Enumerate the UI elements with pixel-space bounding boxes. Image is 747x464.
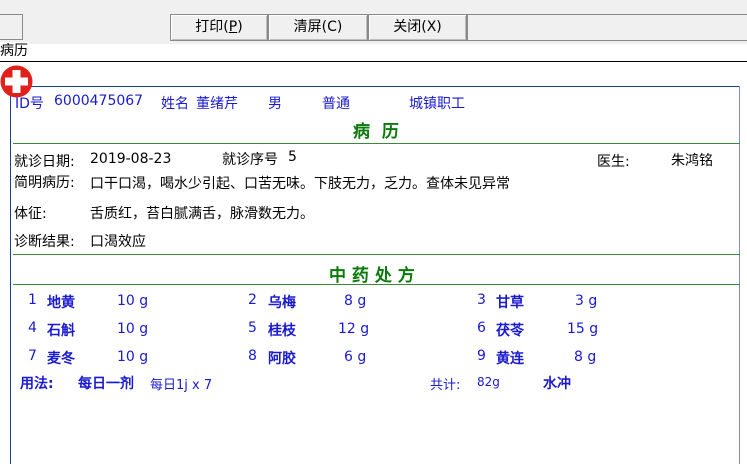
herb-dose: 10 g [117,321,149,337]
diagnosis-label: 诊断结果: [14,234,75,250]
herb-dose: 6 g [344,349,367,365]
herb-name: 麦冬 [47,351,75,367]
herb-name: 阿胶 [268,351,296,367]
history-text: 口干口渴，喝水少引起、口苦无味。下肢无力，乏力。查体未见异常 [90,176,510,192]
patient-type: 普通 [322,96,350,112]
print-button[interactable]: 打印(P) [170,14,268,41]
record-left-border [10,86,11,464]
herb-no: 6 [477,320,486,336]
usage-label: 用法: [20,376,54,392]
signs-label: 体征: [14,206,47,222]
record-title: 病 历 [353,122,399,142]
close-button[interactable]: 关闭(X) [368,14,467,41]
diagnosis-text: 口渴效应 [90,234,146,250]
prescription-top-divider [13,254,740,255]
total-label: 共计: [430,378,461,393]
herb-no: 9 [477,348,486,364]
print-button-key: P [228,19,238,35]
doctor-name: 朱鸿铭 [671,153,713,169]
doctor-label: 医生: [597,154,630,170]
usage-value: 每日一剂 [78,376,134,392]
herb-dose: 15 g [567,321,599,337]
toolbar: 打印(P) 清屏(C) 关闭(X) [0,0,747,44]
tab-divider [0,61,747,62]
patient-name-label: 姓名 [161,96,189,112]
herb-no: 7 [28,348,37,364]
total-value: 82g [477,375,500,389]
toolbar-left-panel [0,14,23,40]
visit-date-value: 2019-08-23 [90,151,172,167]
preparation-method: 水冲 [543,376,571,392]
herb-no: 3 [477,292,486,308]
herb-dose: 8 g [574,349,597,365]
herb-no: 8 [248,348,257,364]
herb-no: 1 [28,292,37,308]
toolbar-right-panel [467,14,747,41]
print-button-label: 打印( [195,19,229,35]
herb-dose: 12 g [338,321,370,337]
patient-id-value: 6000475067 [54,93,144,109]
record-title-divider [13,143,740,144]
signs-text: 舌质红，苔白腻满舌，脉滑数无力。 [90,206,314,222]
visit-no-value: 5 [288,149,297,165]
history-label: 简明病历: [14,175,75,191]
usage-detail: 每日1j x 7 [150,378,213,393]
patient-name-value: 董绪芹 [196,96,238,112]
prescription-title-divider [13,284,740,285]
herb-dose: 3 g [575,293,598,309]
visit-no-label: 就诊序号 [222,152,278,168]
patient-insurance: 城镇职工 [409,96,465,112]
herb-name: 茯苓 [496,323,524,339]
herb-dose: 8 g [344,293,367,309]
tab-medical-record[interactable]: 病历 [0,42,29,60]
herb-no: 4 [28,320,37,336]
herb-no: 5 [248,320,257,336]
patient-id-label: ID号 [15,96,44,112]
herb-dose: 10 g [117,293,149,309]
herb-name: 地黄 [47,295,75,311]
herb-dose: 10 g [117,349,149,365]
clear-button[interactable]: 清屏(C) [268,14,368,41]
herb-name: 甘草 [496,295,524,311]
prescription-title: 中 药 处 方 [329,266,415,286]
patient-gender: 男 [268,96,282,112]
herb-name: 乌梅 [268,295,296,311]
record-top-border [10,86,740,87]
visit-date-label: 就诊日期: [14,154,75,170]
herb-name: 桂枝 [268,323,296,339]
herb-name: 石斛 [47,323,75,339]
herb-no: 2 [248,292,257,308]
herb-name: 黄连 [496,351,524,367]
